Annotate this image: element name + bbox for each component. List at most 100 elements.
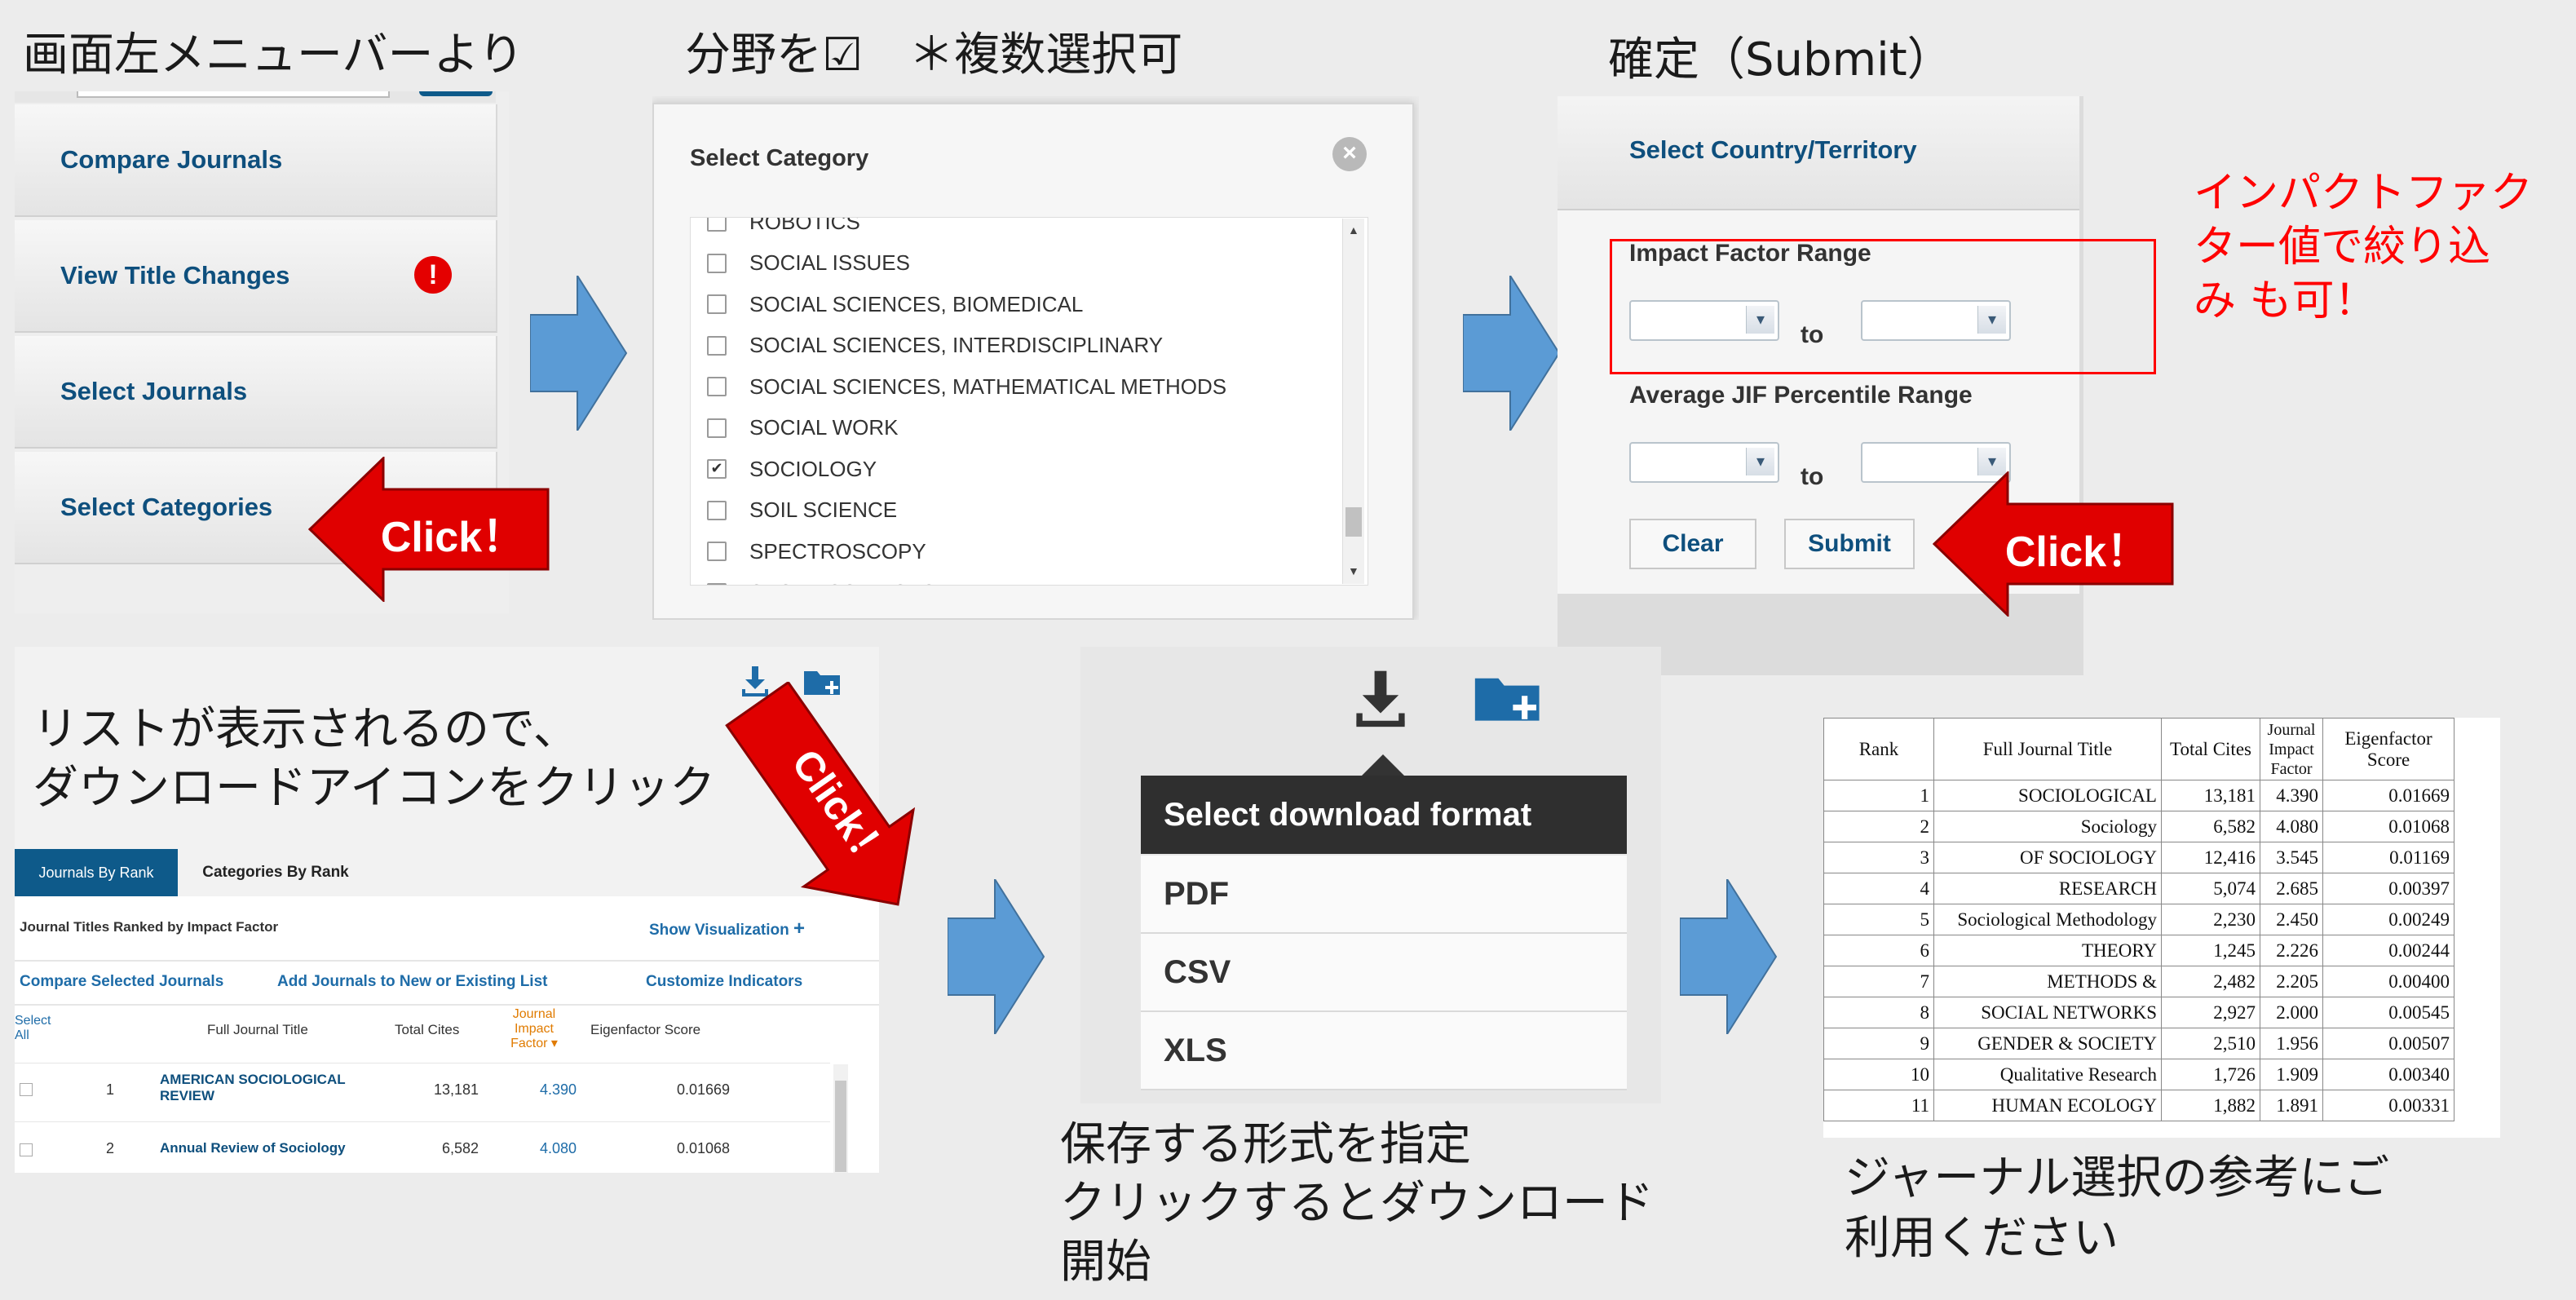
checkbox[interactable] xyxy=(707,253,727,273)
cell-jif: 1.956 xyxy=(2260,1028,2323,1059)
cell-cites: 2,510 xyxy=(2161,1028,2260,1059)
category-item[interactable]: SOCIAL ISSUES xyxy=(707,243,910,284)
cell-eigen: 0.00400 xyxy=(2322,966,2454,997)
customize-indicators-link[interactable]: Customize Indicators xyxy=(646,973,802,991)
category-item[interactable]: ✔ SOCIOLOGY xyxy=(707,449,877,489)
row-rank: 1 xyxy=(106,1081,115,1098)
tab-journals-by-rank[interactable]: Journals By Rank xyxy=(15,849,178,896)
category-item[interactable]: SOIL SCIENCE xyxy=(707,490,897,531)
checkbox[interactable] xyxy=(707,335,727,356)
checkbox[interactable] xyxy=(707,418,727,438)
exported-table-panel: Rank Full Journal Title Total Cites Jour… xyxy=(1823,718,2500,1138)
scroll-thumb[interactable] xyxy=(1345,507,1362,537)
table-row: 8 SOCIAL NETWORKS 2,927 2.000 0.00545 xyxy=(1823,997,2454,1028)
checkbox[interactable] xyxy=(707,294,727,314)
cites-col-header: Total Cites xyxy=(395,1022,460,1037)
format-option-csv[interactable]: CSV xyxy=(1141,934,1627,1012)
jif-min-select[interactable]: ▾ xyxy=(1629,442,1779,483)
scroll-down-icon[interactable]: ▼ xyxy=(1348,564,1359,577)
caption-step5-line1: 保存する形式を指定 xyxy=(1060,1118,1471,1171)
category-item[interactable]: SOCIAL SCIENCES, INTERDISCIPLINARY xyxy=(707,325,1163,366)
menu-select-journals-label: Select Journals xyxy=(60,377,248,405)
checkbox[interactable] xyxy=(707,542,727,561)
cell-title: METHODS & xyxy=(1933,966,2162,997)
results-scrollbar[interactable] xyxy=(833,1064,848,1173)
category-item-label: SOIL SCIENCE xyxy=(749,497,898,522)
cell-cites: 12,416 xyxy=(2161,842,2260,873)
cell-cites: 1,882 xyxy=(2161,1090,2260,1121)
search-button-partial[interactable] xyxy=(419,91,493,96)
add-folder-icon[interactable] xyxy=(1472,670,1545,725)
checkbox[interactable] xyxy=(707,500,727,520)
close-icon[interactable]: × xyxy=(1332,137,1367,171)
header-cites: Total Cites xyxy=(2161,718,2260,780)
select-all-link[interactable]: All xyxy=(15,1028,29,1042)
country-header[interactable]: Select Country/Territory xyxy=(1558,96,2079,210)
cell-jif: 4.390 xyxy=(2260,780,2323,811)
category-item-label: SOCIAL ISSUES xyxy=(749,250,910,275)
category-item-label: SOCIAL SCIENCES, INTERDISCIPLINARY xyxy=(749,333,1164,357)
category-item[interactable]: SPECTROSCOPY xyxy=(707,531,926,572)
select-col-header-label: Select xyxy=(15,1014,51,1028)
cell-jif: 2.450 xyxy=(2260,904,2323,935)
row-title-link[interactable]: Annual Review of Sociology xyxy=(160,1140,346,1156)
caption-step5-line3: 開始 xyxy=(1060,1236,1151,1289)
cell-jif: 1.891 xyxy=(2260,1090,2323,1121)
results-subtitle: Journal Titles Ranked by Impact Factor xyxy=(20,919,279,935)
category-item[interactable]: SOCIAL WORK xyxy=(707,408,899,449)
category-panel: Select Category × ROBOTICS SOCIAL ISSUES S… xyxy=(652,96,1419,620)
impact-highlight-box xyxy=(1610,239,2156,374)
scrollbar[interactable]: ▲ ▼ xyxy=(1342,219,1364,584)
table-row: 10 Qualitative Research 1,726 1.909 0.00340 xyxy=(1823,1059,2454,1090)
cell-jif: 2.000 xyxy=(2260,997,2323,1028)
tab-categories-by-rank-label: Categories By Rank xyxy=(202,864,349,881)
checkbox[interactable] xyxy=(707,377,727,396)
impact-note-line2: ター値で絞り込 xyxy=(2194,223,2491,272)
table-row: 4 RESEARCH 5,074 2.685 0.00397 xyxy=(1823,873,2454,904)
cell-rank: 2 xyxy=(1823,811,1934,842)
category-item[interactable]: SOCIAL SCIENCES, BIOMEDICAL xyxy=(707,284,1083,325)
category-item[interactable]: SPORT SCIENCES xyxy=(707,573,936,585)
cell-title: THEORY xyxy=(1933,935,2162,966)
menu-compare-journals[interactable]: Compare Journals xyxy=(15,104,497,217)
add-to-list-link[interactable]: Add Journals to New or Existing List xyxy=(277,973,547,991)
exported-table: Rank Full Journal Title Total Cites Jour… xyxy=(1823,718,2454,1121)
jif-percentile-label: Average JIF Percentile Range xyxy=(1629,382,1973,409)
checkbox[interactable] xyxy=(707,582,727,585)
scroll-up-icon[interactable]: ▲ xyxy=(1348,223,1359,237)
format-option-pdf[interactable]: PDF xyxy=(1141,856,1627,934)
table-row: 7 METHODS & 2,482 2.205 0.00400 xyxy=(1823,966,2454,997)
format-option-csv-label: CSV xyxy=(1164,953,1231,990)
submit-button[interactable]: Submit xyxy=(1784,519,1915,569)
caption-step6: ジャーナル選択の参考にご 利用ください xyxy=(1845,1148,2389,1269)
checkbox[interactable] xyxy=(707,218,727,232)
tab-categories-by-rank[interactable]: Categories By Rank xyxy=(178,849,373,896)
step-arrow-3-icon xyxy=(948,879,1045,1034)
jif-col-header[interactable]: Journal Impact Factor ▾ xyxy=(499,1007,569,1051)
format-option-xls[interactable]: XLS xyxy=(1141,1012,1627,1090)
checkbox-checked[interactable]: ✔ xyxy=(707,459,727,479)
search-field-partial[interactable] xyxy=(77,91,390,98)
cell-title: Qualitative Research xyxy=(1933,1059,2162,1090)
jif-col-header-line3: Factor xyxy=(510,1037,548,1050)
scroll-thumb[interactable] xyxy=(835,1081,846,1172)
table-row: 6 THEORY 1,245 2.226 0.00244 xyxy=(1823,935,2454,966)
title-col-header: Full Journal Title xyxy=(207,1022,308,1037)
download-icon[interactable] xyxy=(1350,668,1412,728)
results-body: Journal Titles Ranked by Impact Factor S… xyxy=(15,896,879,1173)
row-checkbox[interactable] xyxy=(20,1143,33,1156)
step-arrow-2-icon xyxy=(1463,276,1561,431)
menu-view-title-changes[interactable]: View Title Changes ! xyxy=(15,220,497,333)
row-title-link[interactable]: AMERICAN SOCIOLOGICAL REVIEW xyxy=(160,1072,346,1104)
jif-col-header-line2: Impact xyxy=(514,1022,554,1036)
clear-button[interactable]: Clear xyxy=(1629,519,1756,569)
category-item[interactable]: SOCIAL SCIENCES, MATHEMATICAL METHODS xyxy=(707,366,1226,407)
category-list[interactable]: ROBOTICS SOCIAL ISSUES SOCIAL SCIENCES, BI… xyxy=(690,217,1368,586)
category-item[interactable]: ROBOTICS xyxy=(707,218,860,242)
compare-selected-link[interactable]: Compare Selected Journals xyxy=(20,973,223,991)
cell-rank: 9 xyxy=(1823,1028,1934,1059)
caption-step3: 確定（Submit） xyxy=(1608,33,1953,86)
menu-select-journals[interactable]: Select Journals xyxy=(15,336,497,449)
row-checkbox[interactable] xyxy=(20,1083,33,1096)
format-option-pdf-label: PDF xyxy=(1164,875,1229,912)
